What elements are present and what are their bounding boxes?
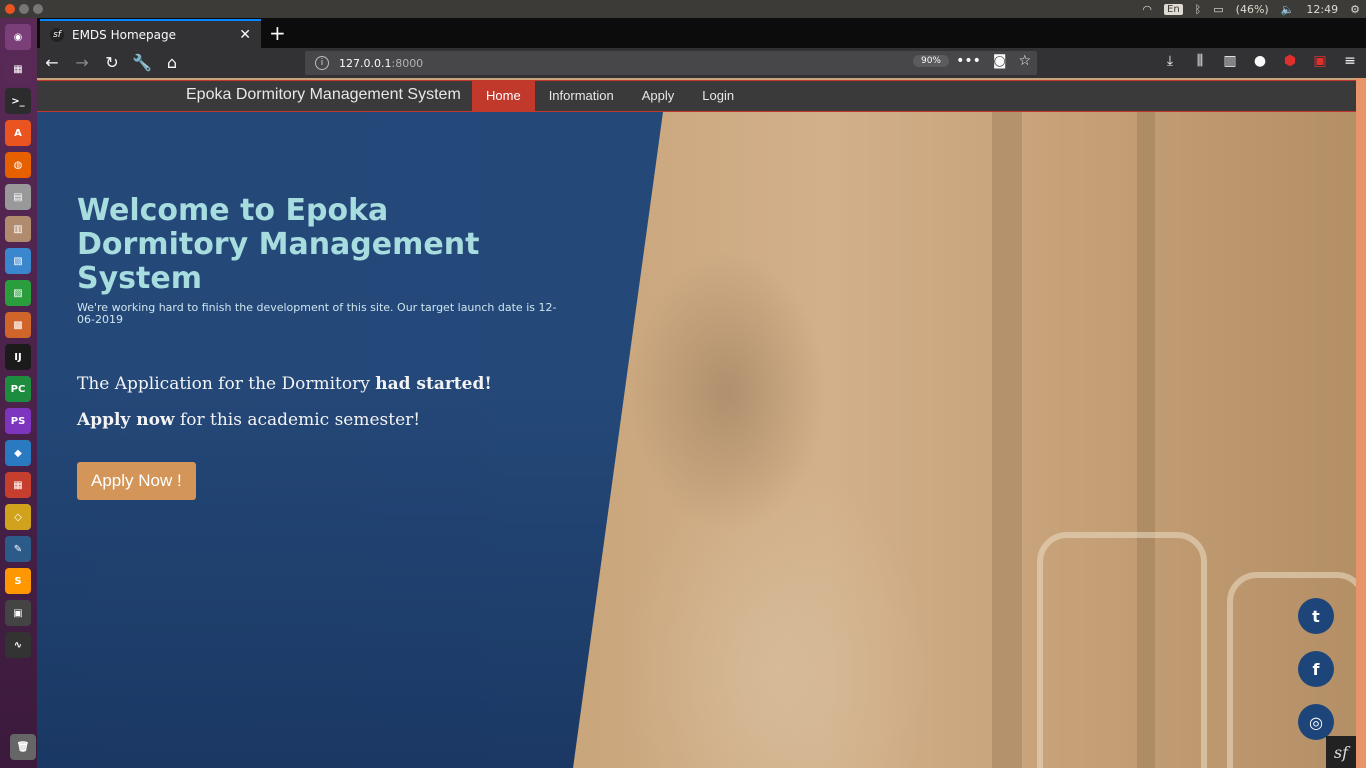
app-launcher: ◉ ▦ >_ A ◍ ▤ ▥ ▧ ▨ ▩ IJ PC PS ◆ ▦ ◇ ✎ S ▣ ∿ 🗑 [0, 18, 37, 768]
browser-toolbar-icons: ⤓ ⫼ ▥ ● ⬢ ▣ ≡ [1162, 53, 1358, 69]
close-tab-icon[interactable]: ✕ [239, 27, 251, 43]
close-window-icon[interactable] [5, 4, 15, 14]
browser-navigation-bar: ← → ↻ 🔧 ⌂ i 127.0.0.1:8000 90% ••• ◙ ☆ ⤓… [37, 48, 1366, 78]
mysql-workbench-icon[interactable]: ✎ [5, 536, 31, 562]
system-monitor-icon[interactable]: ∿ [5, 632, 31, 658]
nav-login[interactable]: Login [688, 81, 748, 111]
hero-subtitle: We're working hard to finish the develop… [77, 301, 557, 326]
remote-desktop-icon[interactable]: ▣ [5, 600, 31, 626]
hero-lead-text: The Application for the Dormitory [77, 374, 376, 394]
hero-lead-bold: had started! [375, 374, 492, 394]
settings-gear-icon[interactable]: ⚙ [1350, 3, 1360, 16]
bookmark-star-icon[interactable]: ☆ [1018, 53, 1031, 69]
system-tray: ◠ En ᛒ ▭ (46%) 🔈 12:49 ⚙ [1142, 0, 1360, 18]
nav-home[interactable]: Home [472, 81, 535, 111]
sublime-icon[interactable]: S [5, 568, 31, 594]
new-tab-button[interactable]: + [269, 21, 286, 45]
url-bar[interactable]: i 127.0.0.1:8000 90% ••• ◙ ☆ [305, 51, 1037, 75]
reload-icon[interactable]: ↻ [102, 53, 122, 73]
volume-icon[interactable]: 🔈 [1281, 3, 1295, 16]
symfony-favicon-icon: sf [50, 27, 64, 42]
web-page: Epoka Dormitory Management System Home I… [37, 78, 1356, 768]
hero-title: Welcome to Epoka Dormitory Management Sy… [77, 193, 480, 296]
phpstorm-icon[interactable]: PS [5, 408, 31, 434]
hero-lead-2: Apply now for this academic semester! [77, 410, 557, 430]
minimize-window-icon[interactable] [19, 4, 29, 14]
twitter-icon[interactable]: t [1298, 598, 1334, 634]
facebook-icon[interactable]: f [1298, 651, 1334, 687]
forward-arrow-icon[interactable]: → [72, 53, 92, 73]
window-controls [5, 4, 43, 14]
color-extension-icon[interactable]: ● [1252, 53, 1268, 69]
zoom-level-badge[interactable]: 90% [912, 55, 949, 67]
library-icon[interactable]: ⫼ [1192, 53, 1208, 69]
writer-icon[interactable]: ▧ [5, 248, 31, 274]
tab-emds-homepage[interactable]: sf EMDS Homepage ✕ [40, 19, 261, 48]
download-icon[interactable]: ⤓ [1162, 53, 1178, 69]
url-host: 127.0.0.1 [339, 56, 392, 70]
calc-icon[interactable]: ▨ [5, 280, 31, 306]
site-menu: Home Information Apply Login [472, 81, 748, 111]
hero-section: Welcome to Epoka Dormitory Management Sy… [77, 194, 557, 500]
apply-now-button[interactable]: Apply Now ! [77, 462, 196, 500]
battery-percent: (46%) [1235, 2, 1269, 16]
wifi-icon[interactable]: ◠ [1142, 3, 1152, 16]
vscode-icon[interactable]: ◆ [5, 440, 31, 466]
ublock-icon[interactable]: ⬢ [1282, 53, 1298, 69]
disk-icon[interactable]: ▤ [5, 184, 31, 210]
nav-apply[interactable]: Apply [628, 81, 689, 111]
keyboard-language-indicator[interactable]: En [1164, 3, 1183, 15]
mosaic-icon[interactable]: ▦ [5, 472, 31, 498]
maximize-window-icon[interactable] [33, 4, 43, 14]
intellij-icon[interactable]: IJ [5, 344, 31, 370]
menu-hamburger-icon[interactable]: ≡ [1342, 53, 1358, 69]
instagram-icon[interactable]: ◎ [1298, 704, 1334, 740]
trash-icon[interactable]: 🗑 [10, 734, 36, 760]
software-center-icon[interactable]: A [5, 120, 31, 146]
hero-lead2-bold: Apply now [77, 410, 175, 430]
pocket-icon[interactable]: ◙ [993, 53, 1007, 69]
system-top-bar: ◠ En ᛒ ▭ (46%) 🔈 12:49 ⚙ [0, 0, 1366, 18]
bluetooth-icon[interactable]: ᛒ [1195, 3, 1202, 16]
clock[interactable]: 12:49 [1306, 3, 1338, 16]
nav-information[interactable]: Information [535, 81, 628, 111]
archive-icon[interactable]: ▥ [5, 216, 31, 242]
page-actions-icon[interactable]: ••• [956, 53, 981, 69]
battery-icon[interactable]: ▭ [1213, 3, 1223, 16]
site-info-icon[interactable]: i [315, 56, 329, 70]
site-brand[interactable]: Epoka Dormitory Management System [186, 86, 461, 104]
hero-lead2-text: for this academic semester! [174, 410, 421, 430]
hero-lead: The Application for the Dormitory had st… [77, 374, 557, 394]
tab-title: EMDS Homepage [72, 27, 177, 42]
network-icon[interactable]: ◇ [5, 504, 31, 530]
browser-tab-bar: sf EMDS Homepage ✕ + [37, 18, 1366, 48]
extension-red-icon[interactable]: ▣ [1312, 53, 1328, 69]
symfony-toolbar-badge[interactable]: sf [1326, 736, 1356, 768]
pycharm-icon[interactable]: PC [5, 376, 31, 402]
firefox-icon[interactable]: ◍ [5, 152, 31, 178]
sidebar-icon[interactable]: ▥ [1222, 53, 1238, 69]
wrench-icon[interactable]: 🔧 [132, 53, 152, 73]
site-navbar: Epoka Dormitory Management System Home I… [37, 80, 1356, 112]
page-scrollbar[interactable] [1356, 78, 1366, 768]
workspace-switcher-icon[interactable]: ▦ [5, 56, 31, 82]
back-arrow-icon[interactable]: ← [42, 53, 62, 73]
impress-icon[interactable]: ▩ [5, 312, 31, 338]
url-port: :8000 [391, 56, 424, 70]
terminal-icon[interactable]: >_ [5, 88, 31, 114]
home-icon[interactable]: ⌂ [162, 53, 182, 73]
ubuntu-dash-icon[interactable]: ◉ [5, 24, 31, 50]
